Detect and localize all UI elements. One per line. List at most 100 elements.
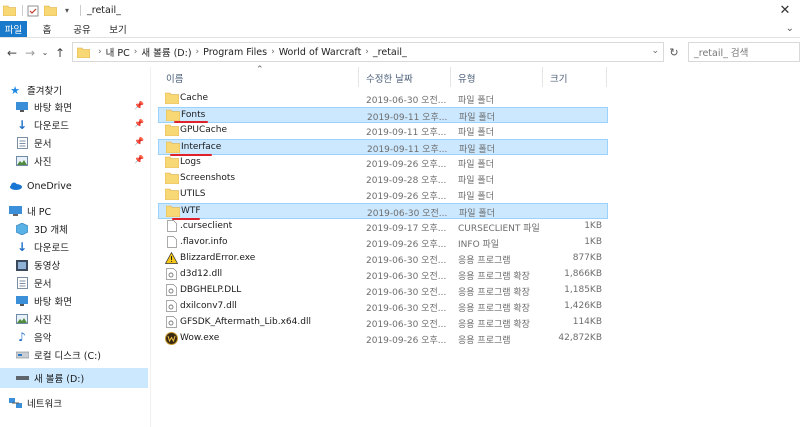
file-type: 파일 폴더 [459, 145, 495, 155]
new-folder-icon[interactable] [43, 4, 57, 18]
folder-icon [164, 156, 180, 169]
ribbon-expand-button[interactable]: ⌄ [786, 23, 794, 34]
file-row[interactable]: .curseclient 2019-09-17 오후... CURSECLIEN… [158, 219, 608, 235]
recent-locations-button[interactable]: ⌄ [39, 43, 51, 63]
sidebar-item-onedrive[interactable]: OneDrive [0, 176, 148, 196]
column-resizer[interactable] [606, 67, 607, 87]
file-row[interactable]: Fonts 2019-09-11 오후... 파일 폴더 [158, 107, 608, 123]
title-bar: ▾ _retail_ ✕ [0, 0, 800, 21]
file-row[interactable]: Interface 2019-09-11 오후... 파일 폴더 [158, 139, 608, 155]
sidebar-item-documents[interactable]: 문서 [0, 273, 148, 293]
column-header: ⌃ 이름 수정한 날짜 유형 크기 [158, 65, 608, 87]
search-box[interactable]: _retail_ 검색 [688, 42, 800, 62]
folder-icon [165, 205, 181, 218]
sidebar-item-label: 다운로드 [34, 121, 69, 132]
file-row[interactable]: dxilconv7.dll 2019-06-30 오전... 응용 프로그램 확… [158, 299, 608, 315]
breadcrumb-separator[interactable]: › [196, 47, 200, 57]
address-bar[interactable]: › 내 PC › 새 볼륨 (D:) › Program Files › Wor… [72, 42, 664, 62]
sidebar-item-this-pc[interactable]: 내 PC [0, 201, 148, 221]
breadcrumb-separator[interactable]: › [134, 47, 138, 57]
pane-divider[interactable] [150, 67, 151, 427]
pin-icon[interactable]: 📌 [134, 155, 144, 164]
dll-icon [165, 284, 179, 297]
chevron-down-icon[interactable]: ⌄ [651, 46, 659, 56]
file-size: 1,426KB [564, 301, 602, 311]
refresh-button[interactable]: ↻ [666, 44, 682, 60]
file-date: 2019-06-30 오전... [366, 304, 447, 314]
file-row[interactable]: BlizzardError.exe 2019-06-30 오전... 응용 프로… [158, 251, 608, 267]
sidebar-item-desktop-pinned[interactable]: 바탕 화면 📌 [0, 97, 148, 117]
window-title: _retail_ [87, 5, 121, 16]
file-row[interactable]: Wow.exe 2019-09-26 오후... 응용 프로그램 42,872K… [158, 331, 608, 347]
column-resizer[interactable] [542, 67, 543, 87]
sidebar-item-label: 사진 [34, 315, 52, 326]
tab-share[interactable]: 공유 [67, 21, 97, 37]
sidebar-item-pictures-pinned[interactable]: 사진 📌 [0, 151, 148, 171]
breadcrumb-separator[interactable]: › [365, 47, 369, 57]
column-size[interactable]: 크기 [550, 71, 567, 85]
column-resizer[interactable] [450, 67, 451, 87]
column-resizer[interactable] [358, 67, 359, 87]
sidebar-item-volume-d[interactable]: 새 볼륨 (D:) [0, 368, 148, 388]
pictures-icon [15, 312, 29, 326]
column-name[interactable]: 이름 [166, 71, 183, 85]
file-row[interactable]: .flavor.info 2019-09-26 오후... INFO 파일 1K… [158, 235, 608, 251]
breadcrumb-separator[interactable]: › [271, 47, 275, 57]
file-date: 2019-06-30 오전... [366, 96, 447, 106]
sidebar-item-documents-pinned[interactable]: 문서 📌 [0, 133, 148, 153]
breadcrumb-item[interactable]: Program Files [203, 47, 267, 58]
sidebar-item-label: 바탕 화면 [34, 297, 72, 308]
breadcrumb-item[interactable]: 새 볼륨 (D:) [141, 45, 191, 59]
file-row[interactable]: Logs 2019-09-26 오후... 파일 폴더 [158, 155, 608, 171]
pin-icon[interactable]: 📌 [134, 119, 144, 128]
up-button[interactable]: ↑ [51, 43, 69, 63]
forward-arrow-icon: → [24, 45, 36, 60]
tab-view[interactable]: 보기 [97, 21, 139, 37]
file-row[interactable]: d3d12.dll 2019-06-30 오전... 응용 프로그램 확장 1,… [158, 267, 608, 283]
sidebar-item-network[interactable]: 네트워크 [0, 393, 148, 413]
breadcrumb-item[interactable]: _retail_ [373, 47, 407, 58]
forward-button[interactable]: → [21, 43, 39, 63]
back-button[interactable]: ← [3, 43, 21, 63]
customize-toolbar-icon[interactable]: ▾ [60, 4, 74, 18]
tab-file[interactable]: 파일 [0, 21, 27, 37]
sidebar-item-label: 문서 [34, 139, 52, 150]
file-row[interactable]: Cache 2019-06-30 오전... 파일 폴더 [158, 91, 608, 107]
breadcrumb-item[interactable]: World of Warcraft [279, 47, 362, 58]
dll-icon [165, 300, 179, 313]
sidebar-item-videos[interactable]: 동영상 [0, 255, 148, 275]
file-date: 2019-09-11 오후... [366, 128, 447, 138]
file-row[interactable]: GPUCache 2019-09-11 오후... 파일 폴더 [158, 123, 608, 139]
file-row[interactable]: UTILS 2019-09-26 오후... 파일 폴더 [158, 187, 608, 203]
close-window-button[interactable]: ✕ [770, 0, 800, 21]
folder-icon [164, 172, 180, 185]
tab-home[interactable]: 홈 [27, 21, 67, 37]
file-type: 응용 프로그램 [458, 256, 511, 266]
desktop-icon [15, 100, 29, 114]
sidebar-item-3d-objects[interactable]: 3D 개체 [0, 219, 148, 239]
sidebar-item-downloads[interactable]: ↓ 다운로드 [0, 237, 148, 257]
sidebar-item-label: 문서 [34, 279, 52, 290]
pin-icon[interactable]: 📌 [134, 137, 144, 146]
pin-icon[interactable]: 📌 [134, 101, 144, 110]
sidebar-item-desktop[interactable]: 바탕 화면 [0, 291, 148, 311]
toolbar-divider [80, 5, 81, 16]
properties-icon[interactable] [26, 4, 40, 18]
file-name: .flavor.info [180, 237, 228, 247]
file-name: dxilconv7.dll [180, 301, 237, 311]
sidebar-item-local-disk-c[interactable]: 로컬 디스크 (C:) [0, 345, 148, 365]
sidebar-item-downloads-pinned[interactable]: ↓ 다운로드 📌 [0, 115, 148, 135]
file-row[interactable]: GFSDK_Aftermath_Lib.x64.dll 2019-06-30 오… [158, 315, 608, 331]
file-row[interactable]: WTF 2019-06-30 오전... 파일 폴더 [158, 203, 608, 219]
column-date-modified[interactable]: 수정한 날짜 [366, 71, 413, 85]
sidebar-item-music[interactable]: ♪ 음악 [0, 327, 148, 347]
sidebar-item-pictures[interactable]: 사진 [0, 309, 148, 329]
file-type: 파일 폴더 [459, 209, 495, 219]
file-row[interactable]: Screenshots 2019-09-28 오후... 파일 폴더 [158, 171, 608, 187]
file-list: ⌃ 이름 수정한 날짜 유형 크기 Cache 2019-06-30 오전...… [158, 65, 800, 427]
file-row[interactable]: DBGHELP.DLL 2019-06-30 오전... 응용 프로그램 확장 … [158, 283, 608, 299]
sidebar-item-label: 새 볼륨 (D:) [34, 374, 85, 385]
pictures-icon [15, 154, 29, 168]
column-type[interactable]: 유형 [458, 71, 475, 85]
breadcrumb-item[interactable]: 내 PC [106, 45, 130, 59]
